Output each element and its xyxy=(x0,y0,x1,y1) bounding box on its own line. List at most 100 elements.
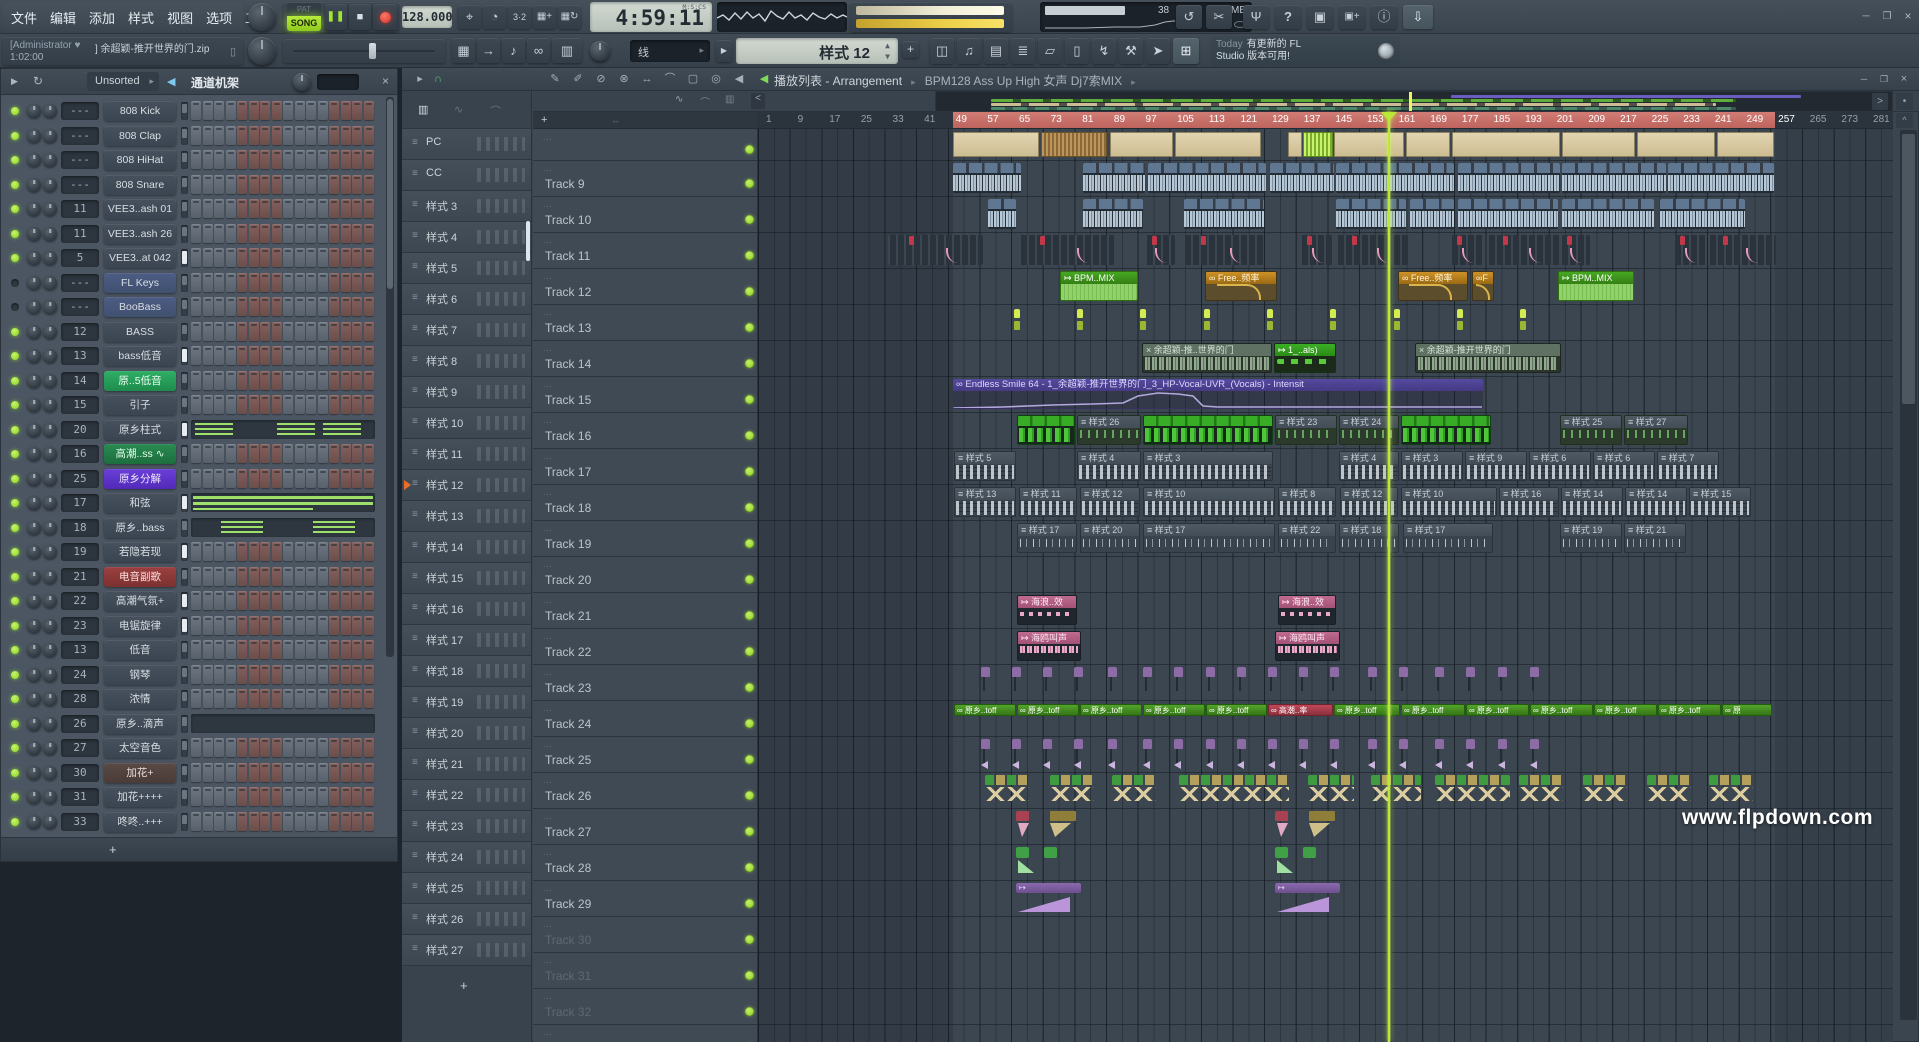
clip[interactable] xyxy=(1174,667,1183,697)
clip[interactable]: ∞ 原乡..toff xyxy=(1658,704,1721,716)
step-cell[interactable] xyxy=(191,322,201,341)
track-header[interactable]: ...Track 11 xyxy=(533,233,758,269)
step-cell[interactable] xyxy=(352,616,362,635)
channel-mini-fader[interactable] xyxy=(181,764,188,782)
channel-target-value[interactable]: 25 xyxy=(61,470,99,488)
channel-volume-knob[interactable] xyxy=(43,374,57,388)
step-cell[interactable] xyxy=(352,150,362,169)
step-cell[interactable] xyxy=(341,322,351,341)
channel-pan-knob[interactable] xyxy=(27,766,41,780)
channel-target-value[interactable]: 19 xyxy=(61,543,99,561)
loop-record-icon[interactable]: ▦↻ xyxy=(558,5,581,29)
channel-button[interactable]: 808 Snare xyxy=(104,175,176,195)
pattern-item[interactable]: ≡样式 3 xyxy=(402,191,531,222)
channel-mini-fader[interactable] xyxy=(181,421,188,439)
clip[interactable]: ≡ 样式 4 xyxy=(1077,451,1141,481)
step-cell[interactable] xyxy=(226,224,236,243)
tap-tempo-icon[interactable]: ⌖ xyxy=(458,5,481,29)
track-auto-icon[interactable]: ⌒ xyxy=(700,94,710,109)
step-cell[interactable] xyxy=(237,248,247,267)
step-cell[interactable] xyxy=(272,371,282,390)
step-cell[interactable] xyxy=(249,395,259,414)
track-name[interactable]: Track 28 xyxy=(545,861,591,875)
step-cell[interactable] xyxy=(226,591,236,610)
clip[interactable]: ↦ BPM..MIX xyxy=(1558,271,1634,301)
step-cell[interactable] xyxy=(260,665,270,684)
track-lane[interactable] xyxy=(758,197,1893,233)
step-cell[interactable] xyxy=(237,640,247,659)
clip[interactable]: ∞ Endless Smile 64 - 1_余超颖-推开世界的门_3_HP-V… xyxy=(953,379,1483,409)
track-header[interactable]: ...Track 19 xyxy=(533,521,758,557)
clip[interactable] xyxy=(1410,199,1454,229)
step-cell[interactable] xyxy=(260,763,270,782)
channel-rack-panel-icon[interactable]: ▤ xyxy=(984,38,1008,64)
channel-mute-led[interactable] xyxy=(11,720,19,728)
channel-target-value[interactable]: 13 xyxy=(61,641,99,659)
step-cell[interactable] xyxy=(352,665,362,684)
track-mute-led[interactable] xyxy=(745,215,754,224)
step-cell[interactable] xyxy=(260,199,270,218)
picker-automation-tab[interactable]: ⌒ xyxy=(490,103,501,119)
main-volume-knob[interactable] xyxy=(248,3,276,31)
step-cell[interactable] xyxy=(295,101,305,120)
touch-mode-icon[interactable]: ➤ xyxy=(1146,38,1170,64)
track-mute-led[interactable] xyxy=(745,971,754,980)
step-cell[interactable] xyxy=(214,273,224,292)
clip[interactable]: ∞ 原乡..toff xyxy=(1017,704,1079,716)
channel-target-value[interactable]: 20 xyxy=(61,421,99,439)
step-cell[interactable] xyxy=(283,126,293,145)
channel-pan-knob[interactable] xyxy=(27,227,41,241)
channel-button[interactable]: 钢琴 xyxy=(104,665,176,685)
channel-mute-led[interactable] xyxy=(11,426,19,434)
step-cell[interactable] xyxy=(249,812,259,831)
step-cell[interactable] xyxy=(364,567,374,586)
step-cell[interactable] xyxy=(364,150,374,169)
step-cell[interactable] xyxy=(214,665,224,684)
scroll-left-button[interactable]: < xyxy=(751,93,765,109)
channel-target-value[interactable]: 14 xyxy=(61,372,99,390)
picker-scrollbar-thumb[interactable] xyxy=(526,221,530,261)
step-cell[interactable] xyxy=(260,812,270,831)
pl-maximize-icon[interactable]: ❐ xyxy=(1874,71,1894,88)
step-cell[interactable] xyxy=(272,812,282,831)
step-cell[interactable] xyxy=(364,273,374,292)
picker-audio-tab[interactable]: ∿ xyxy=(454,103,463,116)
pattern-item[interactable]: ≡样式 14 xyxy=(402,532,531,563)
step-cell[interactable] xyxy=(306,395,316,414)
clip[interactable]: ↦ BPM..MIX xyxy=(1060,271,1138,301)
step-cell[interactable] xyxy=(191,689,201,708)
step-cell[interactable] xyxy=(214,542,224,561)
step-cell[interactable] xyxy=(306,175,316,194)
step-cell[interactable] xyxy=(203,567,213,586)
step-cell[interactable] xyxy=(318,567,328,586)
channel-button[interactable]: 浓情 xyxy=(104,689,176,709)
step-cell[interactable] xyxy=(352,567,362,586)
clip[interactable] xyxy=(1206,667,1215,697)
clip[interactable] xyxy=(1583,775,1627,805)
channel-mini-fader[interactable] xyxy=(181,813,188,831)
channel-mini-fader[interactable] xyxy=(181,274,188,292)
track-header[interactable]: ...Track 31 xyxy=(533,953,758,989)
channel-volume-knob[interactable] xyxy=(43,570,57,584)
step-cell[interactable] xyxy=(226,248,236,267)
step-cell[interactable] xyxy=(214,322,224,341)
step-cell[interactable] xyxy=(237,763,247,782)
track-swap-icon[interactable]: ↔ xyxy=(611,115,620,125)
track-mute-led[interactable] xyxy=(745,179,754,188)
news-box[interactable]: Today有更新的 FL Studio 版本可用! xyxy=(1210,36,1400,66)
channel-button[interactable]: 原乡分解 xyxy=(104,469,176,489)
step-cell[interactable] xyxy=(203,346,213,365)
clip[interactable] xyxy=(1668,163,1774,193)
step-cell[interactable] xyxy=(283,591,293,610)
channel-volume-knob[interactable] xyxy=(43,104,57,118)
track-name[interactable]: Track 14 xyxy=(545,357,591,371)
channel-volume-knob[interactable] xyxy=(43,594,57,608)
step-cell[interactable] xyxy=(318,763,328,782)
step-cell[interactable] xyxy=(191,640,201,659)
step-cell[interactable] xyxy=(191,542,201,561)
step-cell[interactable] xyxy=(295,689,305,708)
track-options-dots[interactable]: ... xyxy=(543,668,553,677)
track-header[interactable]: ...Track 14 xyxy=(533,341,758,377)
clip[interactable] xyxy=(1450,235,1483,265)
clip[interactable] xyxy=(1299,739,1308,769)
